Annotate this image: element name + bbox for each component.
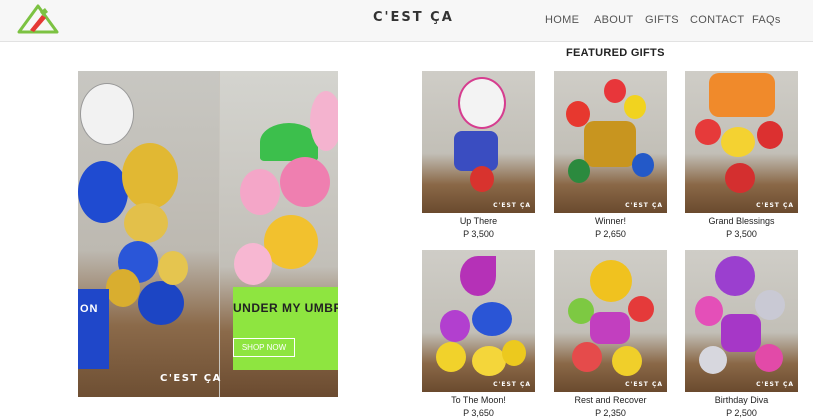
product-card[interactable]: C'EST ÇA Grand Blessings P 3,500 xyxy=(685,71,798,239)
pink-balloon xyxy=(280,157,330,207)
gold-balloon xyxy=(124,203,168,243)
red-balloon xyxy=(470,166,494,192)
photo-watermark: C'EST ÇA xyxy=(625,202,663,209)
product-image[interactable]: C'EST ÇA xyxy=(685,250,798,392)
yellow-balloon xyxy=(436,342,466,372)
product-name[interactable]: Up There xyxy=(422,216,535,226)
yellow-balloon xyxy=(502,340,526,366)
umbrella-shape xyxy=(260,123,318,161)
slide-graduation[interactable]: ON xyxy=(78,71,219,397)
red-balloon xyxy=(572,342,602,372)
logo-house-icon xyxy=(17,4,59,34)
red-balloon xyxy=(628,296,654,322)
product-card[interactable]: C'EST ÇA To The Moon! P 3,650 xyxy=(422,250,535,418)
slider-watermark: C'EST ÇA xyxy=(160,373,222,384)
get-well-balloon xyxy=(590,260,632,302)
product-name[interactable]: To The Moon! xyxy=(422,395,535,405)
logo[interactable] xyxy=(16,3,60,35)
green-balloon xyxy=(568,159,590,183)
slide-caption-panel xyxy=(233,287,338,370)
blue-balloon xyxy=(78,161,128,223)
product-name[interactable]: Rest and Recover xyxy=(554,395,667,405)
slide-caption: ON xyxy=(80,303,99,315)
basket xyxy=(454,131,498,171)
product-price: P 2,500 xyxy=(726,408,757,418)
pink-balloon xyxy=(755,344,783,372)
product-card[interactable]: C'EST ÇA Winner! P 2,650 xyxy=(554,71,667,239)
product-price: P 3,500 xyxy=(726,229,757,239)
product-image[interactable]: C'EST ÇA xyxy=(422,71,535,213)
product-image[interactable]: C'EST ÇA xyxy=(422,250,535,392)
product-price: P 3,500 xyxy=(463,229,494,239)
pink-balloon xyxy=(695,296,723,326)
featured-gifts-title: FEATURED GIFTS xyxy=(566,47,665,59)
red-balloon xyxy=(604,79,626,103)
product-name[interactable]: Birthday Diva xyxy=(685,395,798,405)
product-name[interactable]: Winner! xyxy=(554,216,667,226)
nav-contact[interactable]: CONTACT xyxy=(690,14,744,26)
trophy-balloon xyxy=(584,121,636,167)
red-balloon xyxy=(695,119,721,145)
site-header: C'EST ÇA HOME ABOUT GIFTS CONTACT FAQs xyxy=(0,0,813,42)
message-balloon xyxy=(709,73,775,117)
slide-caption-panel xyxy=(78,289,109,369)
product-price: P 3,650 xyxy=(463,408,494,418)
slide-title: UNDER MY UMBR xyxy=(233,301,338,315)
product-price: P 2,650 xyxy=(595,229,626,239)
gold-balloon xyxy=(158,251,188,285)
yellow-balloon xyxy=(612,346,642,376)
nav-home[interactable]: HOME xyxy=(545,14,579,26)
red-balloon xyxy=(757,121,783,149)
photo-watermark: C'EST ÇA xyxy=(493,202,531,209)
photo-watermark: C'EST ÇA xyxy=(756,381,794,388)
product-image[interactable]: C'EST ÇA xyxy=(554,250,667,392)
nav-gifts[interactable]: GIFTS xyxy=(645,14,679,26)
blue-balloon xyxy=(632,153,654,177)
gold-balloon xyxy=(122,143,178,209)
yellow-balloon xyxy=(472,346,506,376)
photo-watermark: C'EST ÇA xyxy=(493,381,531,388)
heart-balloon xyxy=(590,312,630,344)
product-image[interactable]: C'EST ÇA xyxy=(554,71,667,213)
silver-balloon xyxy=(699,346,727,374)
sun-balloon xyxy=(264,215,318,269)
photo-watermark: C'EST ÇA xyxy=(625,381,663,388)
pink-balloon xyxy=(234,243,272,285)
moon-balloon xyxy=(460,256,496,296)
heart-balloon xyxy=(472,302,512,336)
hero-slider[interactable]: ON UNDER MY UMBR SHOP NOW C'EST ÇA xyxy=(78,71,338,397)
smiley-balloon xyxy=(721,127,755,157)
pink-balloon xyxy=(310,91,338,151)
yellow-balloon xyxy=(624,95,646,119)
product-card[interactable]: C'EST ÇA Rest and Recover P 2,350 xyxy=(554,250,667,418)
graduation-balloon xyxy=(80,83,134,145)
product-card[interactable]: C'EST ÇA Up There P 3,500 xyxy=(422,71,535,239)
pink-balloon xyxy=(240,169,280,215)
blue-balloon xyxy=(138,281,184,325)
product-image[interactable]: C'EST ÇA xyxy=(685,71,798,213)
silver-balloon xyxy=(755,290,785,320)
product-card[interactable]: C'EST ÇA Birthday Diva P 2,500 xyxy=(685,250,798,418)
brand-name[interactable]: C'EST ÇA xyxy=(373,10,454,25)
product-price: P 2,350 xyxy=(595,408,626,418)
nav-about[interactable]: ABOUT xyxy=(594,14,633,26)
purple-balloon xyxy=(715,256,755,296)
nav-faqs[interactable]: FAQs xyxy=(752,14,781,26)
birthday-balloon xyxy=(721,314,761,352)
purple-balloon xyxy=(440,310,470,342)
photo-watermark: C'EST ÇA xyxy=(756,202,794,209)
gold-balloon xyxy=(106,269,140,307)
grandparents-balloon xyxy=(458,77,506,129)
shop-now-button[interactable]: SHOP NOW xyxy=(233,338,295,357)
product-name[interactable]: Grand Blessings xyxy=(685,216,798,226)
red-balloon xyxy=(725,163,755,193)
